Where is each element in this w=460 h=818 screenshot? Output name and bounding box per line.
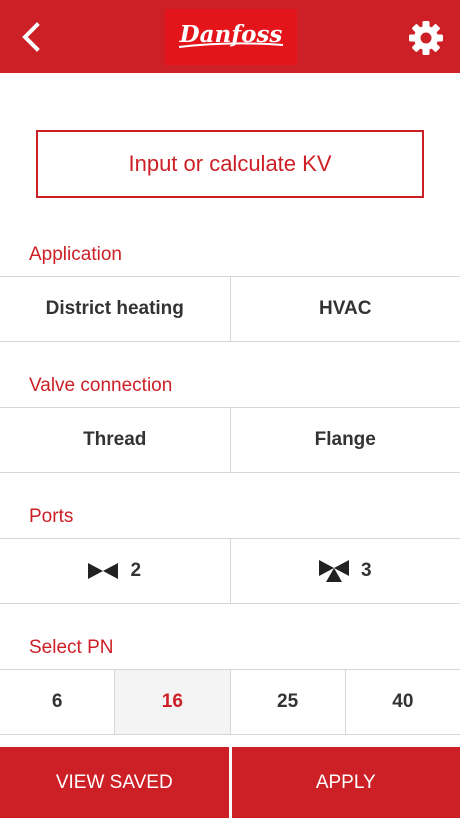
- option-flange[interactable]: Flange: [229, 408, 460, 472]
- input-calculate-kv-button[interactable]: Input or calculate KV: [36, 130, 424, 198]
- option-pn-40[interactable]: 40: [344, 670, 460, 734]
- apply-button[interactable]: APPLY: [231, 747, 460, 818]
- application-selector: District heating HVAC: [0, 276, 460, 342]
- view-saved-button[interactable]: VIEW SAVED: [0, 747, 229, 818]
- top-bar: Danfoss: [0, 0, 460, 73]
- ports-3-label: 3: [360, 560, 372, 581]
- pn-selector: 6 16 25 40: [0, 669, 460, 735]
- settings-button[interactable]: [406, 18, 446, 58]
- option-thread[interactable]: Thread: [0, 408, 230, 472]
- option-ports-3[interactable]: 3: [229, 539, 460, 603]
- chevron-left-icon: [22, 22, 40, 52]
- valve-connection-selector: Thread Flange: [0, 407, 460, 473]
- valve-connection-label: Valve connection: [29, 375, 173, 396]
- application-label: Application: [29, 244, 122, 265]
- option-pn-16[interactable]: 16: [114, 670, 230, 734]
- option-hvac[interactable]: HVAC: [229, 277, 460, 341]
- option-district-heating[interactable]: District heating: [0, 277, 230, 341]
- danfoss-logo: Danfoss: [165, 9, 297, 65]
- three-way-valve-icon: [318, 560, 349, 582]
- ports-2-label: 2: [130, 560, 142, 581]
- two-way-valve-icon: [88, 563, 119, 579]
- option-pn-25[interactable]: 25: [229, 670, 345, 734]
- back-button[interactable]: [14, 18, 48, 56]
- option-ports-2[interactable]: 2: [0, 539, 230, 603]
- ports-selector: 2 3: [0, 538, 460, 604]
- bottom-bar: VIEW SAVED APPLY: [0, 747, 460, 818]
- option-pn-6[interactable]: 6: [0, 670, 115, 734]
- gear-icon: [409, 21, 443, 55]
- ports-label: Ports: [29, 506, 74, 527]
- select-pn-label: Select PN: [29, 637, 114, 658]
- logo-text: Danfoss: [179, 21, 283, 48]
